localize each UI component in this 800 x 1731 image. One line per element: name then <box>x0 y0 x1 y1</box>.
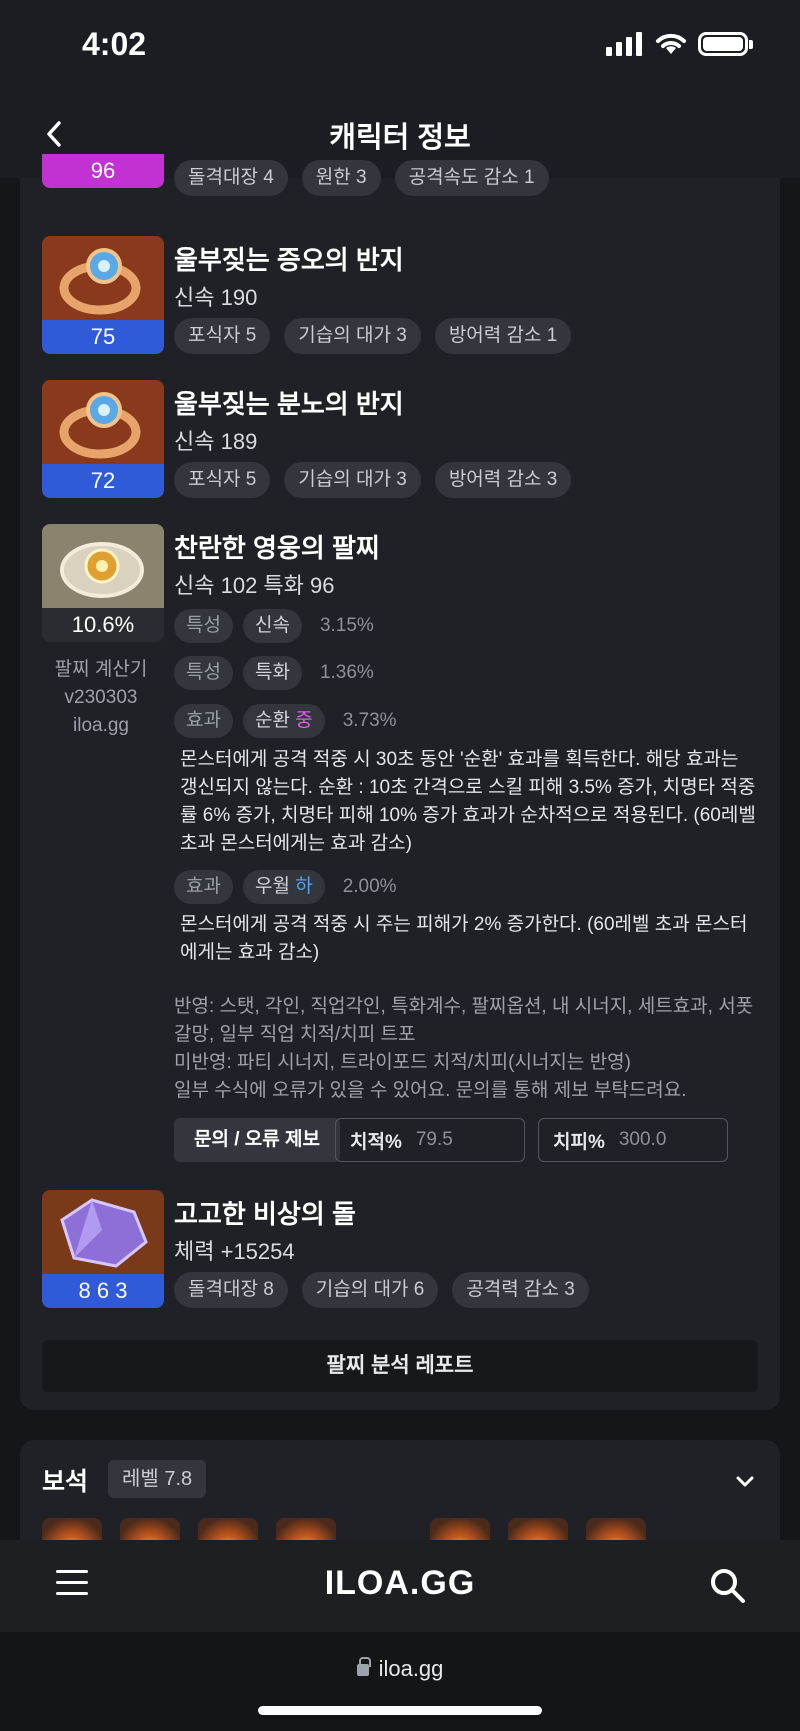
search-icon[interactable] <box>708 1566 748 1606</box>
bracelet-option-row: 효과 우월 하 2.00% <box>174 870 397 904</box>
gems-level-badge: 레벨 7.8 <box>108 1460 207 1498</box>
bracelet-calculator-label: 팔찌 계산기 v230303 iloa.gg <box>40 656 162 740</box>
calc-not-reflected-note: 미반영: 파티 시너지, 트라이포드 치적/치피(시너지는 반영) <box>174 1052 631 1073</box>
calc-reflected-note: 반영: 스탯, 각인, 직업각인, 특화계수, 팔찌옵션, 내 시너지, 세트효… <box>174 996 754 1045</box>
url-display[interactable]: iloa.gg <box>0 1656 800 1682</box>
site-logo[interactable]: ILOA.GG <box>0 1564 800 1603</box>
item-engraving-chips: 포식자 5 기습의 대가 3 방어력 감소 3 <box>174 462 572 498</box>
browser-url-bar[interactable]: iloa.gg <box>0 1632 800 1731</box>
crit-rate-label: 치적% <box>350 1131 402 1153</box>
option-type-tag: 특성 <box>174 609 233 643</box>
option-grade: 하 <box>295 876 313 897</box>
engraving-chip: 방어력 감소 3 <box>434 462 572 498</box>
option-type-tag: 효과 <box>174 870 233 904</box>
crit-rate-value: 79.5 <box>415 1129 453 1150</box>
bracelet-option-row: 특성 신속 3.15% <box>174 609 374 643</box>
equipment-card: 96 돌격대장 4 원한 3 공격속도 감소 1 75 울부짖는 증오의 반지 … <box>20 154 780 1410</box>
option-name-tag: 순환 중 <box>242 704 325 738</box>
option-grade: 중 <box>295 710 313 731</box>
engraving-chip: 포식자 5 <box>174 318 271 354</box>
engraving-chip: 돌격대장 4 <box>174 160 288 196</box>
item-stat: 신속 190 <box>174 285 258 310</box>
bracelet-score-badge: 10.6% <box>42 608 164 642</box>
ring-art <box>42 380 164 464</box>
cellular-signal-icon <box>606 32 642 56</box>
ring-icon[interactable]: 75 <box>42 236 164 354</box>
option-name-tag: 우월 하 <box>242 870 325 904</box>
item-stat: 체력 +15254 <box>174 1239 295 1264</box>
bracelet-art <box>42 524 164 608</box>
bracelet-analysis-report-button[interactable]: 팔찌 분석 레포트 <box>42 1340 758 1392</box>
item-stat: 신속 189 <box>174 429 258 454</box>
report-error-button[interactable]: 문의 / 오류 제보 <box>174 1118 340 1162</box>
engraving-chip: 원한 3 <box>301 160 381 196</box>
battery-icon <box>698 32 753 56</box>
chevron-down-icon[interactable] <box>734 1470 756 1492</box>
engraving-chip: 공격력 감소 3 <box>452 1272 589 1308</box>
option-percent: 2.00% <box>342 876 397 897</box>
crit-damage-label: 치피% <box>553 1131 605 1153</box>
lock-icon <box>356 1657 371 1676</box>
item-icon[interactable]: 96 <box>42 144 164 188</box>
bottom-navigation: ILOA.GG <box>0 1540 800 1632</box>
item-name: 고고한 비상의 돌 <box>174 1199 356 1229</box>
crit-rate-field[interactable]: 치적% 79.5 <box>335 1118 525 1162</box>
item-level-badge: 72 <box>42 464 164 498</box>
bracelet-option-row: 효과 순환 중 3.73% <box>174 704 397 738</box>
wifi-icon <box>656 33 686 54</box>
ring-icon[interactable]: 72 <box>42 380 164 498</box>
engraving-chip: 기습의 대가 3 <box>284 462 421 498</box>
option-name-tag: 특화 <box>242 656 302 690</box>
item-engraving-chips: 돌격대장 8 기습의 대가 6 공격력 감소 3 <box>174 1272 589 1308</box>
engraving-chip: 방어력 감소 1 <box>434 318 572 354</box>
option-name-tag: 신속 <box>242 609 302 643</box>
item-name: 울부짖는 증오의 반지 <box>174 245 404 275</box>
ability-stone-icon[interactable]: 8 6 3 <box>42 1190 164 1308</box>
engraving-chip: 포식자 5 <box>174 462 271 498</box>
item-name: 울부짖는 분노의 반지 <box>174 389 404 419</box>
option-percent: 3.15% <box>319 615 374 636</box>
option-description: 몬스터에게 공격 적중 시 주는 피해가 2% 증가한다. (60레벨 초과 몬… <box>180 914 748 963</box>
option-name: 순환 <box>254 710 296 731</box>
gems-title: 보석 <box>42 1468 89 1496</box>
option-description: 몬스터에게 공격 적중 시 30초 동안 '순환' 효과를 획득한다. 해당 효… <box>180 749 756 854</box>
calc-label-line: 팔찌 계산기 <box>54 659 148 680</box>
item-engraving-chips: 포식자 5 기습의 대가 3 방어력 감소 1 <box>174 318 572 354</box>
item-level-badge: 75 <box>42 320 164 354</box>
bracelet-option-row: 특성 특화 1.36% <box>174 656 374 690</box>
calc-label-line: v230303 <box>64 687 138 708</box>
crit-damage-value: 300.0 <box>618 1129 667 1150</box>
engraving-chip: 기습의 대가 3 <box>284 318 421 354</box>
ring-art <box>42 236 164 320</box>
option-type-tag: 특성 <box>174 656 233 690</box>
engraving-chip: 공격속도 감소 1 <box>394 160 549 196</box>
option-type-tag: 효과 <box>174 704 233 738</box>
url-text: iloa.gg <box>378 1656 444 1681</box>
option-percent: 1.36% <box>319 662 374 683</box>
item-stat: 신속 102 특화 96 <box>174 573 335 598</box>
stone-art <box>42 1190 164 1274</box>
option-name: 우월 <box>254 876 296 897</box>
status-bar: 4:02 <box>0 0 800 90</box>
item-engraving-chips: 돌격대장 4 원한 3 공격속도 감소 1 <box>174 160 549 196</box>
calc-label-line: iloa.gg <box>73 715 129 736</box>
crit-damage-field[interactable]: 치피% 300.0 <box>538 1118 728 1162</box>
home-indicator[interactable] <box>258 1706 542 1715</box>
bracelet-icon[interactable]: 10.6% <box>42 524 164 642</box>
item-name: 찬란한 영웅의 팔찌 <box>174 533 380 563</box>
option-percent: 3.73% <box>342 710 397 731</box>
calc-error-note: 일부 수식에 오류가 있을 수 있어요. 문의를 통해 제보 부탁드려요. <box>174 1080 687 1101</box>
status-time: 4:02 <box>82 26 147 62</box>
engraving-chip: 돌격대장 8 <box>174 1272 288 1308</box>
engraving-chip: 기습의 대가 6 <box>301 1272 439 1308</box>
stone-level-badge: 8 6 3 <box>42 1274 164 1308</box>
item-level-badge: 96 <box>42 154 164 188</box>
